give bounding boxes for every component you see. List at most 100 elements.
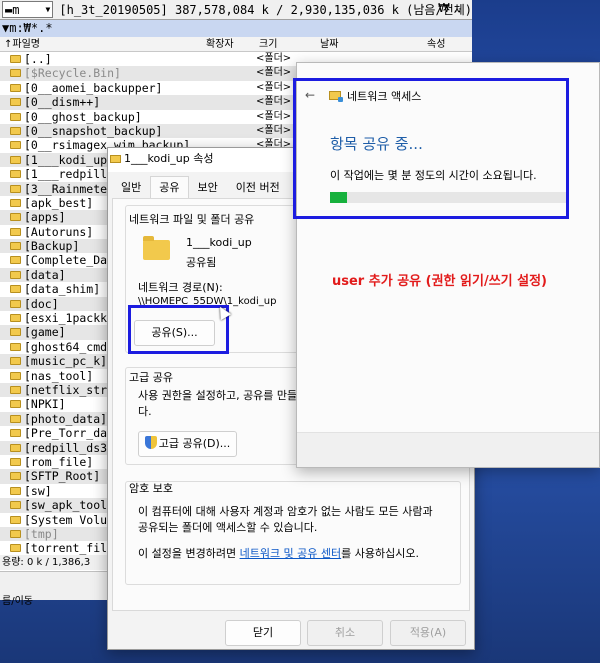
folder-icon — [10, 285, 21, 294]
folder-icon — [10, 371, 21, 380]
folder-icon — [10, 270, 21, 279]
file-size: <폴더> — [256, 81, 292, 93]
folder-icon — [10, 256, 21, 265]
change-prefix: 이 설정을 변경하려면 — [138, 547, 240, 560]
file-name: [tmp] — [24, 526, 59, 541]
file-name: [rom_file] — [24, 454, 94, 469]
close-button[interactable]: 닫기 — [225, 620, 301, 646]
folder-icon — [143, 236, 170, 260]
network-path-label: 네트워크 경로(N): — [138, 281, 223, 294]
tab-security[interactable]: 보안 — [189, 176, 227, 198]
folder-icon — [10, 328, 21, 337]
advanced-share-button[interactable]: 고급 공유(D)... — [138, 431, 237, 457]
file-name: [Backup] — [24, 239, 80, 254]
folder-icon — [10, 242, 21, 251]
network-path-value: \\HOMEPC_55DW\1_kodi_up — [138, 296, 277, 307]
advanced-description: 사용 권한을 설정하고, 공유를 만들 — [138, 389, 298, 402]
column-header: ↑파일명 확장자 크기 날짜 속성 — [0, 37, 472, 52]
folder-icon — [10, 184, 21, 193]
folder-icon — [10, 227, 21, 236]
chevron-down-icon: ▼ — [45, 5, 51, 14]
folder-icon — [10, 342, 21, 351]
file-name: [0__ghost_backup] — [24, 109, 142, 124]
back-arrow-icon[interactable]: ← — [305, 88, 315, 102]
folder-icon — [10, 385, 21, 394]
tab-sharing[interactable]: 공유 — [150, 176, 189, 198]
folder-icon — [10, 170, 21, 179]
file-name: [nas_tool] — [24, 368, 94, 383]
share-state: 공유됨 — [186, 256, 217, 269]
properties-tabs: 일반 공유 보안 이전 버전 — [112, 176, 289, 198]
progress-bar — [330, 192, 568, 203]
file-name: [0__snapshot_backup] — [24, 123, 163, 138]
folder-icon — [10, 98, 21, 107]
file-name: [Autoruns] — [24, 224, 94, 239]
folder-icon — [10, 55, 21, 63]
file-name: [ghost64_cmd — [24, 339, 108, 354]
network-dialog-footer — [297, 433, 599, 467]
file-name: [$Recycle.Bin] — [24, 66, 121, 81]
column-ext[interactable]: 확장자 — [206, 37, 234, 52]
tab-previous-versions[interactable]: 이전 버전 — [227, 176, 289, 198]
column-attr[interactable]: 속성 — [427, 37, 445, 52]
sharing-heading: 항목 공유 중... — [330, 135, 423, 153]
folder-icon — [10, 69, 21, 78]
move-command[interactable]: 름/이동 — [0, 592, 110, 607]
folder-icon — [10, 141, 21, 150]
folder-icon — [10, 457, 21, 466]
file-name: [data_shim] — [24, 282, 101, 297]
network-sharing-center-link[interactable]: 네트워크 및 공유 센터 — [240, 547, 342, 560]
file-name: [apps] — [24, 210, 66, 225]
path-bar[interactable]: ▼m:₩*.* — [0, 20, 472, 37]
file-name: [doc] — [24, 296, 59, 311]
column-date[interactable]: 날짜 — [320, 37, 338, 52]
cancel-button[interactable]: 취소 — [307, 620, 383, 646]
folder-icon — [10, 198, 21, 207]
folder-icon — [10, 314, 21, 323]
share-section-label: 네트워크 파일 및 폴더 공유 — [129, 213, 255, 226]
status-bar: 용량: 0 k / 1,386,3 — [0, 555, 110, 570]
file-name: [data] — [24, 267, 66, 282]
file-name: [music_pc_k] — [24, 354, 108, 369]
password-section-label: 암호 보호 — [129, 482, 173, 495]
properties-title: 1___kodi_up 속성 — [124, 152, 214, 165]
folder-icon — [10, 414, 21, 423]
column-size[interactable]: 크기 — [259, 37, 277, 52]
network-folder-icon — [329, 91, 343, 102]
advanced-description-2: 다. — [138, 405, 152, 418]
dialog-footer: 닫기 취소 적용(A) — [108, 615, 474, 649]
folder-icon — [10, 472, 21, 481]
advanced-section-label: 고급 공유 — [129, 371, 173, 384]
folder-icon — [10, 486, 21, 495]
advanced-share-label: 고급 공유(D)... — [158, 437, 231, 450]
file-name: [sw_apk_tool_ — [24, 498, 115, 513]
folder-icon — [10, 213, 21, 222]
drive-selector[interactable]: ▬ m ▼ — [2, 1, 54, 18]
folder-name: 1___kodi_up — [186, 236, 252, 249]
folder-icon — [10, 429, 21, 438]
drive-icon: ▬ — [5, 2, 13, 17]
file-size: <폴더> — [256, 53, 292, 64]
file-size: <폴더> — [256, 124, 292, 136]
tab-general[interactable]: 일반 — [112, 176, 150, 198]
file-name: [game] — [24, 325, 66, 340]
change-settings-text: 이 설정을 변경하려면 네트워크 및 공유 센터를 사용하십시오. — [138, 545, 419, 561]
file-size: <폴더> — [256, 96, 292, 108]
change-suffix: 를 사용하십시오. — [341, 547, 419, 560]
network-access-dialog: ← 네트워크 액세스 항목 공유 중... 이 작업에는 몇 분 정도의 시간이… — [296, 62, 600, 468]
share-button[interactable]: 공유(S)... — [134, 320, 215, 346]
file-name: [apk_best] — [24, 195, 94, 210]
file-name: [SFTP_Root] — [24, 469, 101, 484]
password-description: 이 컴퓨터에 대해 사용자 계정과 암호가 없는 사람도 모든 사람과 — [138, 505, 433, 518]
network-dialog-title: 네트워크 액세스 — [347, 90, 422, 103]
parent-dir-button[interactable]: ₩ .. — [438, 1, 461, 15]
file-name: [0__dism++] — [24, 95, 101, 110]
column-name[interactable]: ↑파일명 — [4, 37, 40, 52]
folder-icon — [10, 529, 21, 538]
file-name: [System Volun — [24, 512, 115, 527]
folder-icon — [10, 155, 21, 164]
sharing-description: 이 작업에는 몇 분 정도의 시간이 소요됩니다. — [330, 169, 537, 182]
apply-button[interactable]: 적용(A) — [390, 620, 466, 646]
drive-letter: m — [12, 2, 20, 17]
folder-icon — [10, 112, 21, 121]
